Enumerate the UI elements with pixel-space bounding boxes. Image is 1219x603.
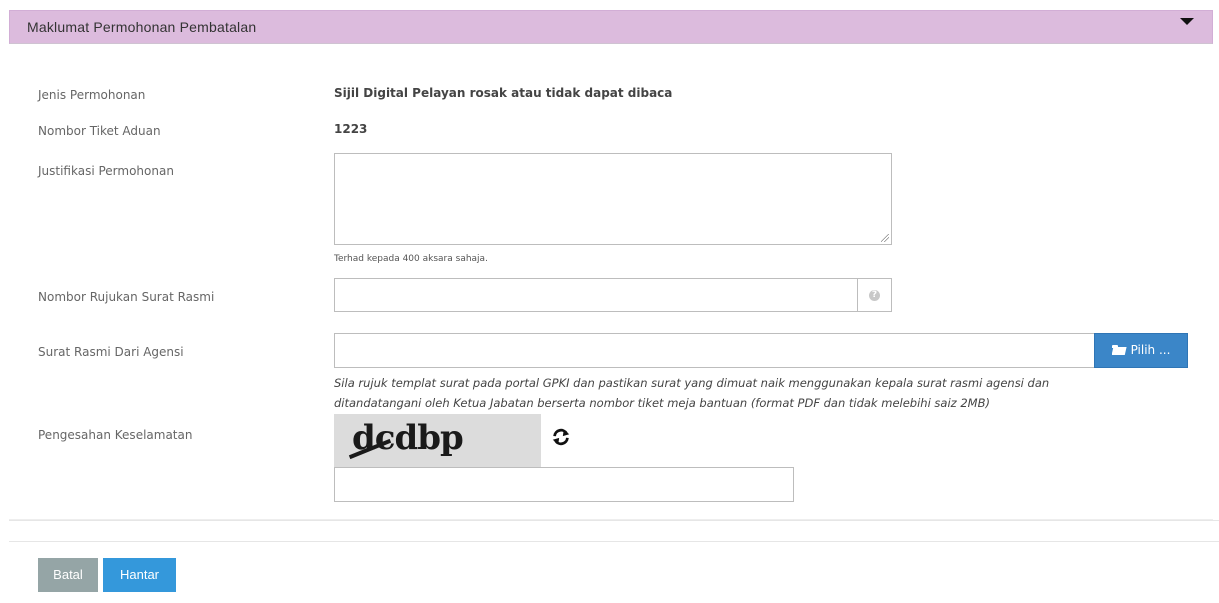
- batal-button[interactable]: Batal: [38, 558, 98, 592]
- surat-rasmi-label: Surat Rasmi Dari Agensi: [38, 345, 184, 359]
- captcha-input[interactable]: [334, 467, 794, 502]
- jenis-permohonan-value: Sijil Digital Pelayan rosak atau tidak d…: [334, 86, 673, 100]
- caret-down-icon[interactable]: [1180, 18, 1194, 25]
- panel-header[interactable]: Maklumat Permohonan Pembatalan: [9, 10, 1213, 44]
- justifikasi-hint: Terhad kepada 400 aksara sahaja.: [334, 254, 488, 264]
- jenis-permohonan-label: Jenis Permohonan: [38, 88, 146, 102]
- folder-open-icon: [1111, 345, 1127, 355]
- panel-title: Maklumat Permohonan Pembatalan: [27, 19, 257, 35]
- resize-grip-icon[interactable]: [881, 234, 889, 242]
- captcha-image: dcdbp: [334, 414, 541, 468]
- justifikasi-textarea[interactable]: [334, 153, 892, 245]
- hantar-button[interactable]: Hantar: [103, 558, 176, 592]
- question-circle-icon: ?: [869, 290, 880, 301]
- captcha-text: dcdbp: [352, 418, 464, 458]
- nombor-tiket-value: 1223: [334, 122, 368, 136]
- surat-rasmi-file-input[interactable]: [334, 333, 1095, 368]
- divider: [9, 541, 1219, 542]
- captcha-label: Pengesahan Keselamatan: [38, 428, 193, 442]
- rujukan-help-addon[interactable]: ?: [857, 278, 892, 312]
- rujukan-label: Nombor Rujukan Surat Rasmi: [38, 290, 215, 304]
- surat-rasmi-hint-line-1: Sila rujuk templat surat pada portal GPK…: [334, 376, 1050, 390]
- justifikasi-label: Justifikasi Permohonan: [38, 164, 174, 178]
- refresh-icon[interactable]: [550, 425, 572, 449]
- surat-rasmi-hint: Sila rujuk templat surat pada portal GPK…: [334, 373, 1134, 413]
- pilih-label: Pilih ...: [1130, 343, 1171, 357]
- surat-rasmi-hint-line-2: ditandatangani oleh Ketua Jabatan berser…: [334, 396, 990, 410]
- nombor-tiket-label: Nombor Tiket Aduan: [38, 124, 161, 138]
- pilih-file-button[interactable]: Pilih ...: [1094, 333, 1188, 368]
- rujukan-input[interactable]: [334, 278, 858, 312]
- divider: [9, 520, 1219, 521]
